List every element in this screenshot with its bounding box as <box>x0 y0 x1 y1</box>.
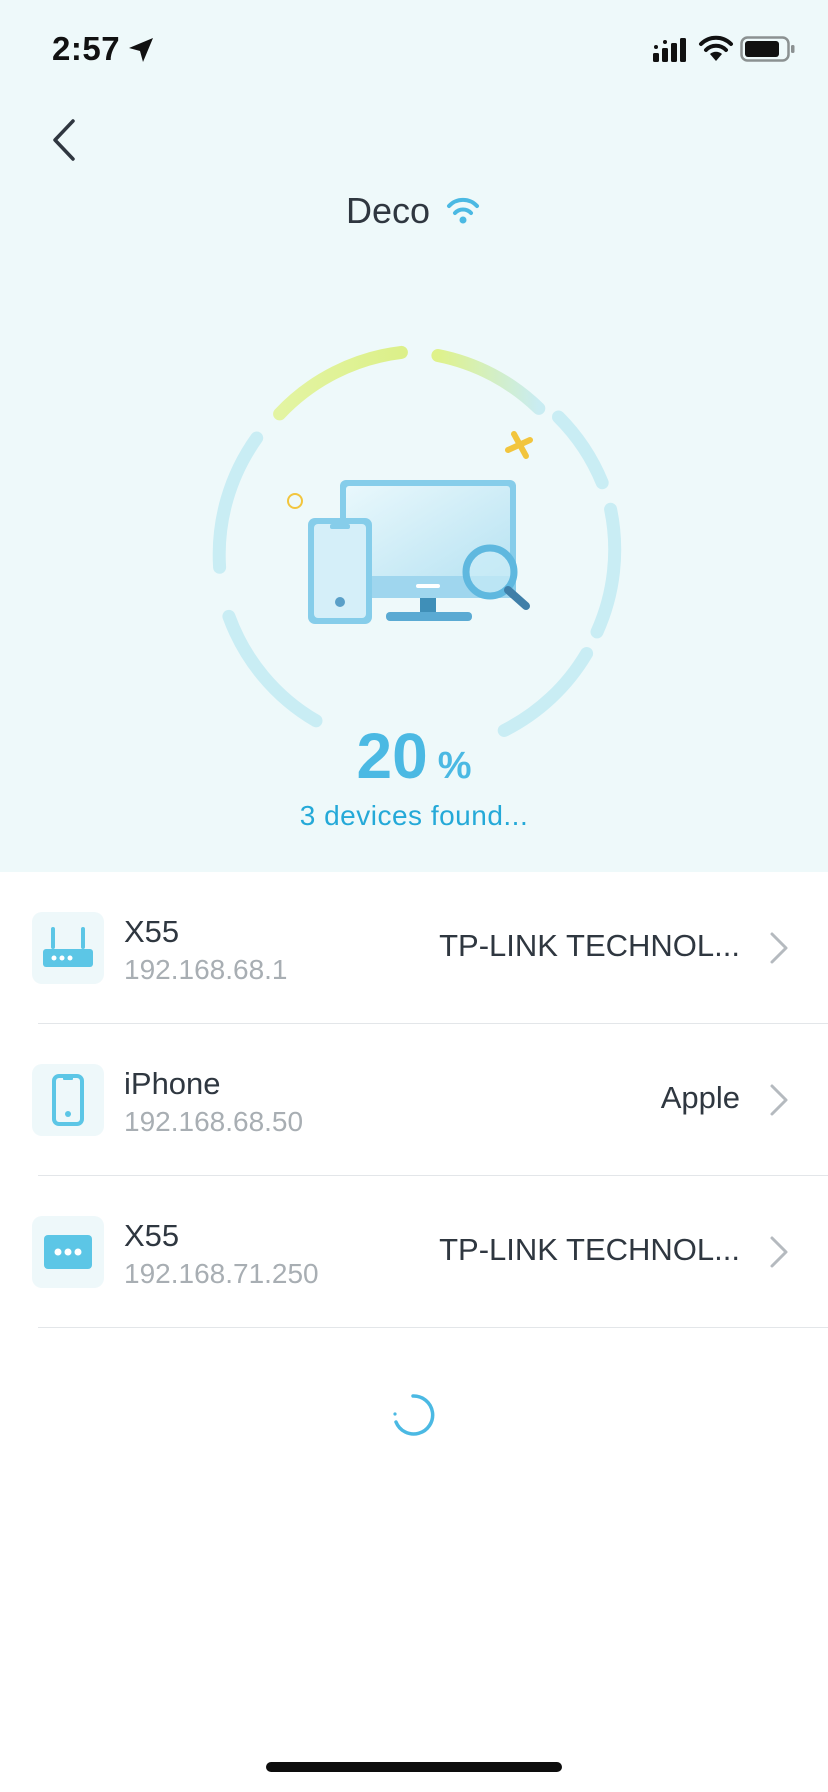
chevron-right-icon <box>770 1084 788 1116</box>
device-ip: 192.168.68.1 <box>124 954 288 985</box>
home-indicator <box>266 1762 562 1772</box>
scan-status-text: 3 devices found... <box>299 800 529 831</box>
wifi-icon <box>699 35 733 61</box>
back-button[interactable] <box>38 110 90 170</box>
cellular-signal-icon <box>653 38 686 62</box>
device-row[interactable]: X55 192.168.71.250 TP-LINK TECHNOL... <box>0 1176 828 1328</box>
wifi-icon <box>447 197 480 224</box>
location-arrow-icon <box>129 38 153 62</box>
device-row[interactable]: X55 192.168.68.1 TP-LINK TECHNOL... <box>0 872 828 1024</box>
percent-value: 20 <box>356 720 428 792</box>
percent-sign: % <box>437 745 472 787</box>
device-scan-screen: 2:57 Deco 20 % 3 devices found... X55 19… <box>0 0 828 1792</box>
chevron-right-icon <box>770 932 788 964</box>
status-time: 2:57 <box>52 30 121 67</box>
device-name: X55 <box>124 914 180 949</box>
row-divider <box>38 1327 828 1328</box>
page-header: Deco <box>0 186 828 236</box>
device-name: X55 <box>124 1218 180 1253</box>
device-vendor: Apple <box>660 1080 740 1115</box>
battery-icon <box>740 36 795 62</box>
device-list: X55 192.168.68.1 TP-LINK TECHNOL... iPho… <box>0 872 828 1328</box>
page-title: Deco <box>345 190 431 231</box>
device-ip: 192.168.71.250 <box>124 1258 319 1289</box>
device-ip: 192.168.68.50 <box>124 1106 304 1137</box>
loading-spinner-icon <box>393 1394 435 1436</box>
device-icon-box <box>32 1064 104 1136</box>
device-icon-box <box>32 1216 104 1288</box>
scan-percent: 20 % <box>0 724 828 794</box>
more-dots-icon <box>44 1235 92 1269</box>
device-row[interactable]: iPhone 192.168.68.50 Apple <box>0 1024 828 1176</box>
chevron-left-icon <box>53 119 75 161</box>
router-icon <box>43 927 93 967</box>
status-bar: 2:57 <box>0 0 828 100</box>
device-vendor: TP-LINK TECHNOL... <box>439 1232 740 1267</box>
chevron-right-icon <box>770 1236 788 1268</box>
phone-icon <box>52 1074 84 1126</box>
device-name: iPhone <box>124 1066 221 1101</box>
device-vendor: TP-LINK TECHNOL... <box>439 928 740 963</box>
device-icon-box <box>32 912 104 984</box>
devices-search-illustration <box>287 431 533 624</box>
